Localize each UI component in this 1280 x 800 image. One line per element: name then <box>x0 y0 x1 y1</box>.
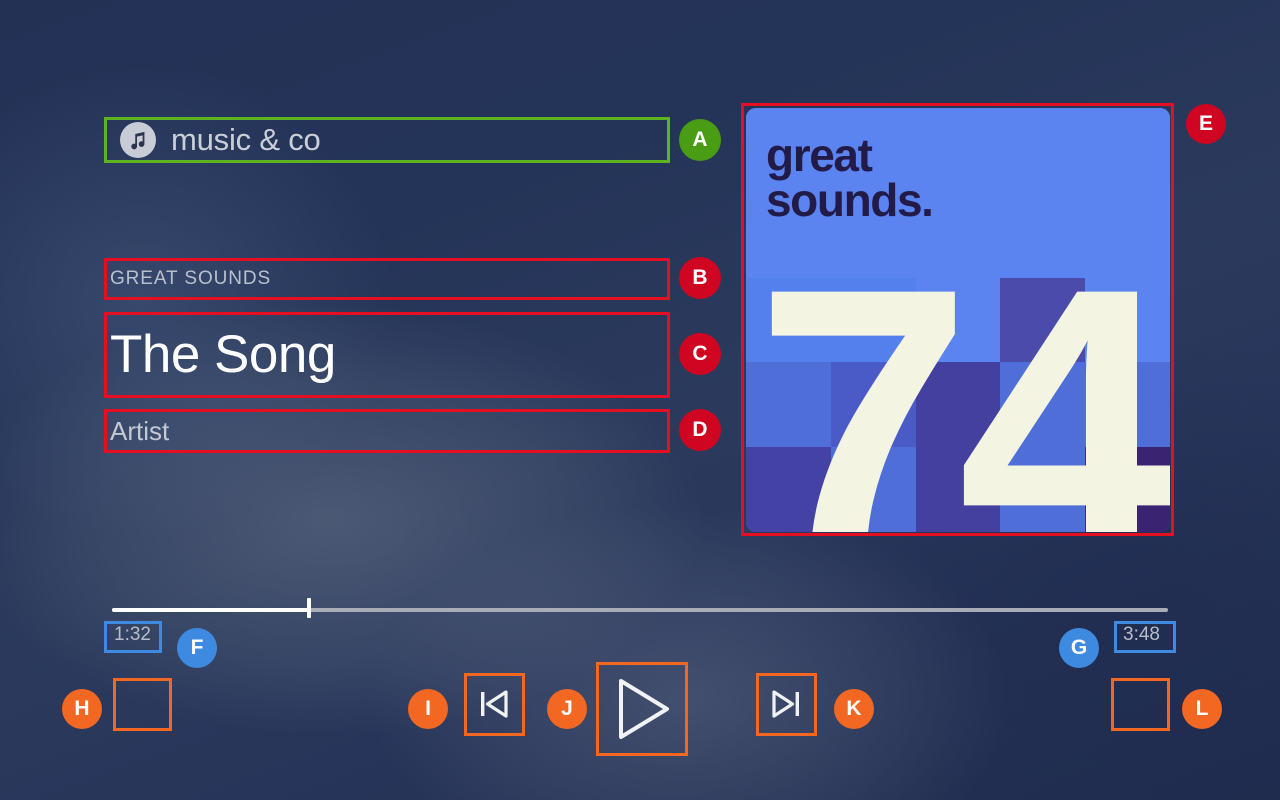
shuffle-button[interactable] <box>113 678 171 730</box>
total-time-label: 3:48 <box>1123 624 1160 645</box>
track-title: The Song <box>110 324 336 384</box>
annotation-badge-i: I <box>408 689 448 729</box>
annotation-badge-k: K <box>834 689 874 729</box>
annotation-badge-c: C <box>679 333 721 375</box>
annotation-badge-f: F <box>177 628 217 668</box>
annotation-badge-d: D <box>679 409 721 451</box>
album-name: GREAT SOUNDS <box>110 268 272 289</box>
next-track-button[interactable] <box>756 673 816 735</box>
play-button[interactable] <box>596 662 687 755</box>
annotation-badge-a: A <box>679 119 721 161</box>
annotation-badge-j: J <box>547 689 587 729</box>
album-artwork[interactable]: great sounds. 74 <box>746 108 1170 532</box>
previous-track-button[interactable] <box>464 673 524 735</box>
current-time-label: 1:32 <box>114 624 151 645</box>
progress-thumb[interactable] <box>307 598 312 618</box>
music-player-screen: music & co GREAT SOUNDS The Song Artist … <box>0 0 1280 800</box>
music-note-icon <box>120 122 156 158</box>
annotation-badge-l: L <box>1182 689 1222 729</box>
progress-fill <box>112 608 310 612</box>
app-name: music & co <box>171 122 321 157</box>
artwork-tile <box>1085 108 1170 193</box>
artwork-tile <box>1000 108 1086 193</box>
app-header[interactable]: music & co <box>106 118 668 162</box>
artist-name: Artist <box>110 415 170 446</box>
annotation-badge-h: H <box>62 689 102 729</box>
progress-slider[interactable] <box>112 598 1168 618</box>
repeat-button[interactable] <box>1111 678 1169 730</box>
annotation-badge-e: E <box>1186 104 1226 144</box>
artwork-number: 74 <box>755 207 1170 532</box>
annotation-badge-b: B <box>679 257 721 299</box>
annotation-badge-g: G <box>1059 628 1099 668</box>
